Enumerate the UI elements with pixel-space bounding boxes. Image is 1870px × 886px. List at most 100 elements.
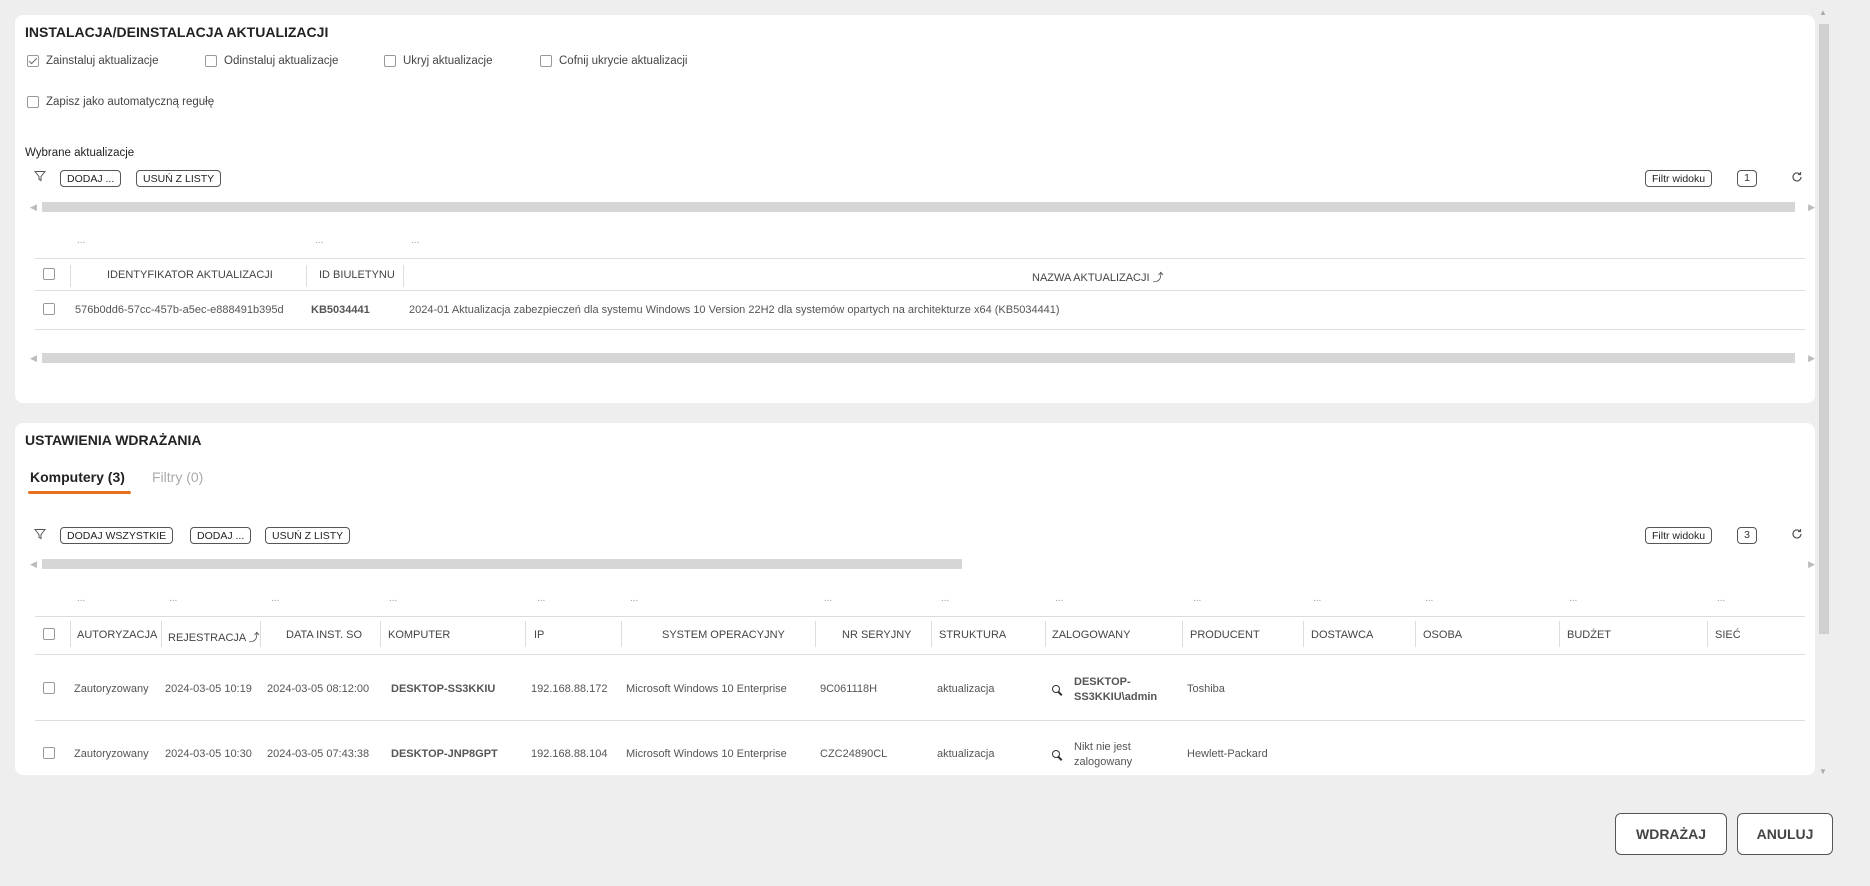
column-header-os-install-date[interactable]: DATA INST. SO: [286, 629, 362, 641]
authorization-cell: Zautoryzowany: [74, 683, 149, 695]
column-header-registration[interactable]: REJESTRACJA ⤴: [168, 629, 260, 645]
filter-placeholder[interactable]: ...: [271, 593, 279, 604]
os-install-date-cell: 2024-03-05 08:12:00: [267, 683, 370, 695]
filter-placeholder[interactable]: ...: [411, 235, 419, 246]
os-cell: Microsoft Windows 10 Enterprise: [626, 748, 787, 760]
logged-user-line: SS3KKIU\admin: [1074, 691, 1158, 703]
table-divider: [35, 720, 1805, 721]
logged-user-cell: Nikt nie jest zalogowany: [1074, 740, 1132, 770]
table-divider: [35, 290, 1805, 291]
filter-placeholder[interactable]: ...: [1055, 593, 1063, 604]
filter-placeholder[interactable]: ...: [315, 235, 323, 246]
os-cell: Microsoft Windows 10 Enterprise: [626, 683, 787, 695]
serial-cell: CZC24890CL: [820, 748, 888, 760]
column-header-manufacturer[interactable]: PRODUCENT: [1190, 629, 1260, 641]
manufacturer-cell: Hewlett-Packard: [1187, 748, 1268, 760]
column-divider: [161, 621, 162, 647]
computer-link[interactable]: DESKTOP-SS3KKIU: [391, 683, 495, 695]
column-header-update-name[interactable]: NAZWA AKTUALIZACJI ⤴: [1032, 269, 1164, 285]
filter-placeholder[interactable]: ...: [1717, 593, 1725, 604]
column-header-authorization[interactable]: AUTORYZACJA: [77, 629, 157, 641]
manufacturer-cell: Toshiba: [1187, 683, 1225, 695]
column-divider: [815, 621, 816, 647]
column-divider: [1303, 621, 1304, 647]
column-divider: [931, 621, 932, 647]
horizontal-scrollbar-bottom[interactable]: ◀ ▶: [30, 351, 1815, 363]
filter-placeholder[interactable]: ...: [1425, 593, 1433, 604]
filter-placeholder[interactable]: ...: [169, 593, 177, 604]
search-icon[interactable]: [1052, 749, 1060, 761]
filter-placeholder[interactable]: ...: [941, 593, 949, 604]
registration-cell: 2024-03-05 10:30: [165, 748, 252, 760]
column-header-serial[interactable]: NR SERYJNY: [842, 629, 911, 641]
filter-placeholder[interactable]: ...: [537, 593, 545, 604]
column-divider: [380, 621, 381, 647]
search-icon[interactable]: [1052, 684, 1060, 696]
authorization-cell: Zautoryzowany: [74, 748, 149, 760]
column-divider: [70, 621, 71, 647]
table-divider: [35, 329, 1805, 330]
deployment-settings-panel: USTAWIENIA WDRAŻANIA Komputery (3) Filtr…: [15, 423, 1815, 775]
computer-link[interactable]: DESKTOP-JNP8GPT: [391, 748, 498, 760]
registration-cell: 2024-03-05 10:19: [165, 683, 252, 695]
column-divider: [403, 265, 404, 287]
column-header-bulletin-id[interactable]: ID BIULETYNU: [319, 269, 395, 281]
scroll-right-icon[interactable]: ▶: [1808, 351, 1815, 365]
column-divider: [1182, 621, 1183, 647]
column-header-update-id[interactable]: IDENTYFIKATOR AKTUALIZACJI: [107, 269, 273, 281]
scrollbar-thumb[interactable]: [42, 353, 1795, 363]
filter-placeholder[interactable]: ...: [1569, 593, 1577, 604]
select-all-checkbox[interactable]: [43, 268, 55, 280]
scroll-up-icon[interactable]: ▲: [1819, 8, 1827, 17]
column-divider: [621, 621, 622, 647]
computers-table: ... ... ... ... ... ... ... ... ... ... …: [15, 423, 1815, 775]
column-header-os[interactable]: SYSTEM OPERACYJNY: [662, 629, 785, 641]
cancel-button[interactable]: ANULUJ: [1737, 813, 1833, 855]
ip-cell: 192.168.88.104: [531, 748, 608, 760]
filter-placeholder[interactable]: ...: [1193, 593, 1201, 604]
row-checkbox[interactable]: [43, 682, 55, 694]
filter-placeholder[interactable]: ...: [630, 593, 638, 604]
column-divider: [1415, 621, 1416, 647]
logged-user-line: zalogowany: [1074, 756, 1133, 768]
scrollbar-thumb[interactable]: [1819, 24, 1829, 634]
column-header-ip[interactable]: IP: [534, 629, 544, 641]
column-header-person[interactable]: OSOBA: [1423, 629, 1462, 641]
deploy-button[interactable]: WDRAŻAJ: [1615, 813, 1727, 855]
row-checkbox[interactable]: [43, 747, 55, 759]
column-header-network[interactable]: SIEĆ: [1715, 629, 1741, 641]
structure-cell: aktualizacja: [937, 683, 995, 695]
row-checkbox[interactable]: [43, 303, 55, 315]
column-divider: [525, 621, 526, 647]
column-divider: [70, 265, 71, 287]
update-id-cell: 576b0dd6-57cc-457b-a5ec-e888491b395d: [75, 304, 284, 316]
install-updates-panel: INSTALACJA/DEINSTALACJA AKTUALIZACJI Zai…: [15, 15, 1815, 403]
updates-table: ... ... ... IDENTYFIKATOR AKTUALIZACJI I…: [15, 15, 1815, 403]
column-divider: [260, 621, 261, 647]
column-header-logged-in[interactable]: ZALOGOWANY: [1052, 629, 1130, 641]
filter-placeholder[interactable]: ...: [77, 235, 85, 246]
logged-user-link[interactable]: DESKTOP- SS3KKIU\admin: [1074, 675, 1157, 705]
filter-placeholder[interactable]: ...: [1313, 593, 1321, 604]
bulletin-link[interactable]: KB5034441: [311, 304, 370, 316]
logged-user-line: Nikt nie jest: [1074, 741, 1131, 753]
serial-cell: 9C061118H: [820, 683, 878, 695]
vertical-scrollbar[interactable]: ▲ ▼: [1816, 8, 1830, 776]
column-header-structure[interactable]: STRUKTURA: [939, 629, 1006, 641]
filter-placeholder[interactable]: ...: [824, 593, 832, 604]
logged-user-line: DESKTOP-: [1074, 676, 1131, 688]
scroll-left-icon[interactable]: ◀: [30, 351, 37, 365]
table-divider: [35, 616, 1805, 617]
column-divider: [1707, 621, 1708, 647]
ip-cell: 192.168.88.172: [531, 683, 608, 695]
column-header-computer[interactable]: KOMPUTER: [388, 629, 450, 641]
filter-placeholder[interactable]: ...: [389, 593, 397, 604]
column-divider: [1559, 621, 1560, 647]
column-divider: [306, 265, 307, 287]
column-header-budget[interactable]: BUDŻET: [1567, 629, 1611, 641]
select-all-checkbox[interactable]: [43, 628, 55, 640]
column-divider: [1045, 621, 1046, 647]
filter-placeholder[interactable]: ...: [77, 593, 85, 604]
column-header-supplier[interactable]: DOSTAWCA: [1311, 629, 1373, 641]
scroll-down-icon[interactable]: ▼: [1819, 767, 1827, 776]
